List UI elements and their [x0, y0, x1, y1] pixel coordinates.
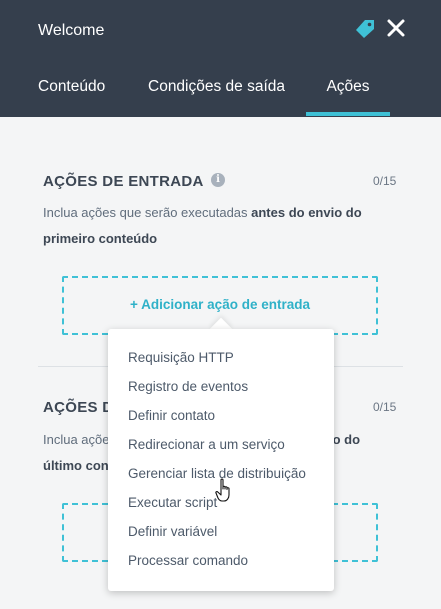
menu-item-event-tracking[interactable]: Registro de eventos — [128, 379, 248, 394]
menu-item-redirect-service[interactable]: Redirecionar a um serviço — [128, 437, 285, 452]
menu-item-http-request[interactable]: Requisição HTTP — [128, 350, 234, 365]
page-title: Welcome — [38, 22, 105, 39]
menu-item-set-variable[interactable]: Definir variável — [128, 524, 217, 539]
entry-desc-text: Inclua ações que serão executadas — [43, 205, 252, 220]
menu-item-execute-script[interactable]: Executar script — [128, 495, 217, 510]
entry-actions-title: AÇÕES DE ENTRADA — [43, 173, 204, 190]
header: Welcome Conteúdo Condições de saída Açõe… — [0, 0, 441, 117]
hand-cursor-icon — [215, 478, 230, 502]
exit-actions-title: AÇÕES D — [43, 399, 114, 416]
tag-icon[interactable] — [354, 18, 376, 40]
exit-desc-bold-start: último con — [43, 458, 109, 473]
exit-actions-counter: 0/15 — [373, 400, 397, 414]
add-entry-action-button[interactable]: + Adicionar ação de entrada — [64, 297, 376, 312]
menu-item-process-command[interactable]: Processar comando — [128, 553, 248, 568]
menu-item-set-contact[interactable]: Definir contato — [128, 408, 215, 423]
info-icon[interactable]: i — [211, 173, 225, 187]
entry-actions-description: Inclua ações que serão executadas antes … — [43, 200, 393, 252]
tab-bar: Conteúdo Condições de saída Ações — [0, 78, 441, 117]
tab-conteudo[interactable]: Conteúdo — [38, 78, 105, 117]
close-icon[interactable] — [386, 18, 406, 38]
active-tab-indicator — [306, 112, 390, 116]
tab-condicoes-de-saida[interactable]: Condições de saída — [148, 78, 285, 117]
entry-actions-counter: 0/15 — [373, 174, 397, 188]
exit-desc-text: Inclua açõe — [43, 432, 110, 447]
action-type-menu: Requisição HTTP Registro de eventos Defi… — [108, 329, 334, 591]
